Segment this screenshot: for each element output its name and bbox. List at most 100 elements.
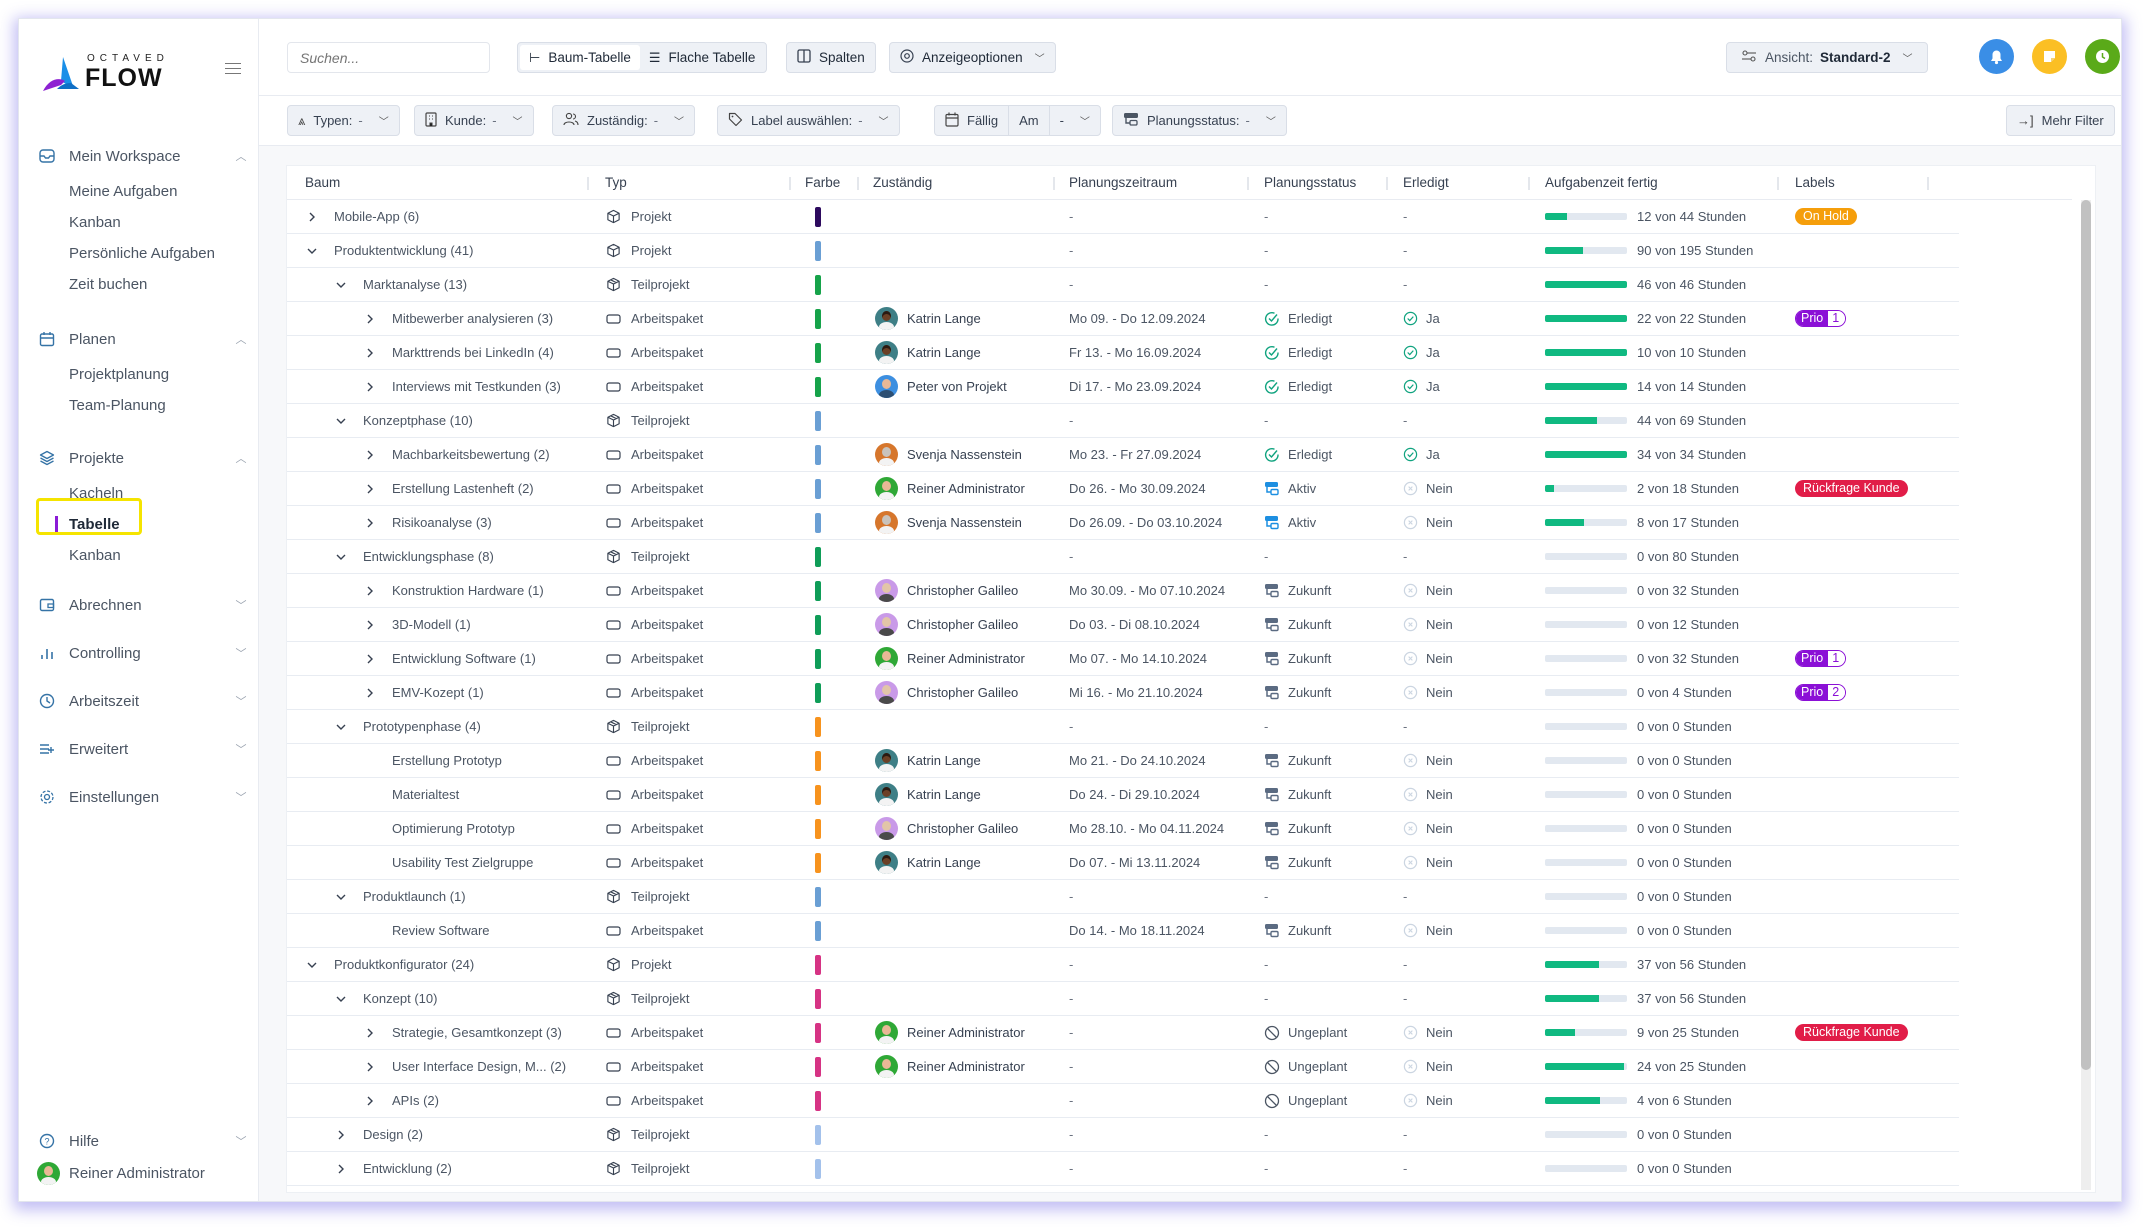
- column-header-labels[interactable]: Labels: [1795, 166, 1835, 200]
- sidebar-item-tabelle[interactable]: Tabelle: [39, 509, 249, 540]
- filter-zustaendig[interactable]: Zuständig: - ﹀: [552, 105, 696, 136]
- done-state[interactable]: Nein: [1403, 608, 1453, 641]
- table-row[interactable]: Produktlaunch (1) Teilprojekt - - - 0 von 0 S…: [287, 880, 1959, 914]
- planning-status[interactable]: Ungeplant: [1264, 1084, 1347, 1117]
- nav-head-hilfe[interactable]: ? Hilfe ﹀: [39, 1129, 249, 1153]
- nav-head-projekte[interactable]: Projekte ︿: [39, 446, 249, 470]
- planning-status[interactable]: Erledigt: [1264, 302, 1332, 335]
- chevron-down-icon[interactable]: [304, 234, 320, 267]
- tree-item-name[interactable]: Materialtest: [392, 778, 459, 811]
- table-row[interactable]: Produktkonfigurator (24) Projekt - - - 37 von…: [287, 948, 1959, 982]
- tree-item-name[interactable]: Konstruktion Hardware (1): [392, 574, 544, 607]
- chevron-down-icon[interactable]: [304, 948, 320, 981]
- table-row[interactable]: Produktentwicklung (41) Projekt - - - 90 von …: [287, 234, 1959, 268]
- assignee[interactable]: Reiner Administrator: [875, 1016, 1025, 1049]
- done-state[interactable]: Nein: [1403, 744, 1453, 777]
- tree-item-name[interactable]: Prototypenphase (4): [363, 710, 481, 743]
- planning-status[interactable]: Zukunft: [1264, 744, 1331, 777]
- tree-item-name[interactable]: Strategie, Gesamtkonzept (3): [392, 1016, 562, 1049]
- table-row[interactable]: Mitbewerber analysieren (3) Arbeitspaket K…: [287, 302, 1959, 336]
- planning-status[interactable]: Zukunft: [1264, 608, 1331, 641]
- table-row[interactable]: Review Software Arbeitspaket Do 14. - Mo 1…: [287, 914, 1959, 948]
- sidebar-item-kanban-projekte[interactable]: Kanban: [39, 540, 249, 571]
- current-user[interactable]: Reiner Administrator: [37, 1162, 205, 1185]
- table-row[interactable]: APIs (2) Arbeitspaket - Ungeplant Nein 4 von …: [287, 1084, 1959, 1118]
- done-state[interactable]: Nein: [1403, 846, 1453, 879]
- nav-head-erweitert[interactable]: Erweitert ﹀: [39, 737, 249, 761]
- search-input[interactable]: [287, 42, 490, 73]
- assignee[interactable]: Katrin Lange: [875, 744, 981, 777]
- tree-item-name[interactable]: Review Software: [392, 914, 490, 947]
- tab-baum-tabelle[interactable]: ⊢ Baum-Tabelle: [520, 45, 640, 70]
- table-row[interactable]: User Interface Design, M... (2) Arbeitspa…: [287, 1050, 1959, 1084]
- nav-head-planen[interactable]: Planen ︿: [39, 327, 249, 351]
- planning-status[interactable]: Erledigt: [1264, 370, 1332, 403]
- done-state[interactable]: Nein: [1403, 642, 1453, 675]
- table-row[interactable]: Konstruktion Hardware (1) Arbeitspaket Chr…: [287, 574, 1959, 608]
- done-state[interactable]: Nein: [1403, 506, 1453, 539]
- nav-head-arbeitszeit[interactable]: Arbeitszeit ﹀: [39, 689, 249, 713]
- done-state[interactable]: Ja: [1403, 302, 1440, 335]
- assignee[interactable]: Christopher Galileo: [875, 574, 1018, 607]
- tree-item-name[interactable]: Konzeptphase (10): [363, 404, 473, 437]
- nav-head-controlling[interactable]: Controlling ﹀: [39, 641, 249, 665]
- tree-item-name[interactable]: 3D-Modell (1): [392, 608, 471, 641]
- chevron-right-icon[interactable]: [304, 200, 320, 233]
- tree-item-name[interactable]: Produktlaunch (1): [363, 880, 466, 913]
- priority-badge[interactable]: Prio 1: [1795, 310, 1847, 327]
- column-header-farbe[interactable]: Farbe: [805, 166, 840, 200]
- column-header-baum[interactable]: Baum: [305, 166, 340, 200]
- sidebar-item-kacheln[interactable]: Kacheln: [39, 478, 249, 509]
- sidebar-item-projektplanung[interactable]: Projektplanung: [39, 359, 249, 390]
- tree-item-name[interactable]: Markttrends bei LinkedIn (4): [392, 336, 554, 369]
- sidebar-item-kanban-workspace[interactable]: Kanban: [39, 207, 249, 238]
- chevron-right-icon[interactable]: [333, 1152, 349, 1185]
- chevron-right-icon[interactable]: [362, 642, 378, 675]
- more-filters-button[interactable]: →] Mehr Filter: [2006, 105, 2115, 136]
- menu-toggle-icon[interactable]: [225, 63, 241, 75]
- assignee[interactable]: Christopher Galileo: [875, 676, 1018, 709]
- column-resize-handle[interactable]: [1777, 177, 1779, 190]
- timer-button[interactable]: [2085, 39, 2120, 74]
- table-row[interactable]: Strategie, Gesamtkonzept (3) Arbeitspaket…: [287, 1016, 1959, 1050]
- priority-badge[interactable]: Prio 2: [1795, 684, 1847, 701]
- planning-status[interactable]: Zukunft: [1264, 676, 1331, 709]
- column-header-erledigt[interactable]: Erledigt: [1403, 166, 1449, 200]
- chevron-down-icon[interactable]: [333, 982, 349, 1015]
- table-row[interactable]: Markttrends bei LinkedIn (4) Arbeitspaket…: [287, 336, 1959, 370]
- column-header-planungszeitraum[interactable]: Planungszeitraum: [1069, 166, 1177, 200]
- chevron-down-icon[interactable]: [333, 540, 349, 573]
- done-state[interactable]: Nein: [1403, 676, 1453, 709]
- column-resize-handle[interactable]: [857, 177, 859, 190]
- table-row[interactable]: Erstellung Prototyp Arbeitspaket Katrin La…: [287, 744, 1959, 778]
- table-row[interactable]: Design (2) Teilprojekt - - - 0 von 0 Stunden: [287, 1118, 1959, 1152]
- chevron-right-icon[interactable]: [362, 574, 378, 607]
- tree-item-name[interactable]: Marktanalyse (13): [363, 268, 467, 301]
- done-state[interactable]: Nein: [1403, 778, 1453, 811]
- chevron-right-icon[interactable]: [362, 608, 378, 641]
- column-resize-handle[interactable]: [587, 177, 589, 190]
- tree-item-name[interactable]: Mitbewerber analysieren (3): [392, 302, 553, 335]
- nav-head-abrechnen[interactable]: Abrechnen ﹀: [39, 593, 249, 617]
- planning-status[interactable]: Aktiv: [1264, 472, 1316, 505]
- filter-label-select[interactable]: Label auswählen: - ﹀: [717, 105, 900, 136]
- table-row[interactable]: Konzeptphase (10) Teilprojekt - - - 44 von 69…: [287, 404, 1959, 438]
- tree-item-name[interactable]: Machbarkeitsbewertung (2): [392, 438, 550, 471]
- chevron-down-icon[interactable]: [333, 268, 349, 301]
- filter-kunde[interactable]: Kunde: - ﹀: [414, 105, 534, 136]
- planning-status[interactable]: Erledigt: [1264, 438, 1332, 471]
- column-header-zustaendig[interactable]: Zuständig: [873, 166, 932, 200]
- assignee[interactable]: Katrin Lange: [875, 846, 981, 879]
- tree-item-name[interactable]: Erstellung Lastenheft (2): [392, 472, 534, 505]
- done-state[interactable]: Nein: [1403, 1016, 1453, 1049]
- table-row[interactable]: Entwicklung Software (1) Arbeitspaket Rein…: [287, 642, 1959, 676]
- tree-item-name[interactable]: Risikoanalyse (3): [392, 506, 492, 539]
- notifications-button[interactable]: [1979, 39, 2014, 74]
- table-row[interactable]: Materialtest Arbeitspaket Katrin Lange Do 2…: [287, 778, 1959, 812]
- notes-button[interactable]: [2032, 39, 2067, 74]
- table-row[interactable]: Risikoanalyse (3) Arbeitspaket Svenja Nass…: [287, 506, 1959, 540]
- tree-item-name[interactable]: Produktentwicklung (41): [334, 234, 473, 267]
- assignee[interactable]: Reiner Administrator: [875, 472, 1025, 505]
- sidebar-item-team-planung[interactable]: Team-Planung: [39, 390, 249, 421]
- table-row[interactable]: Interviews mit Testkunden (3) Arbeitspake…: [287, 370, 1959, 404]
